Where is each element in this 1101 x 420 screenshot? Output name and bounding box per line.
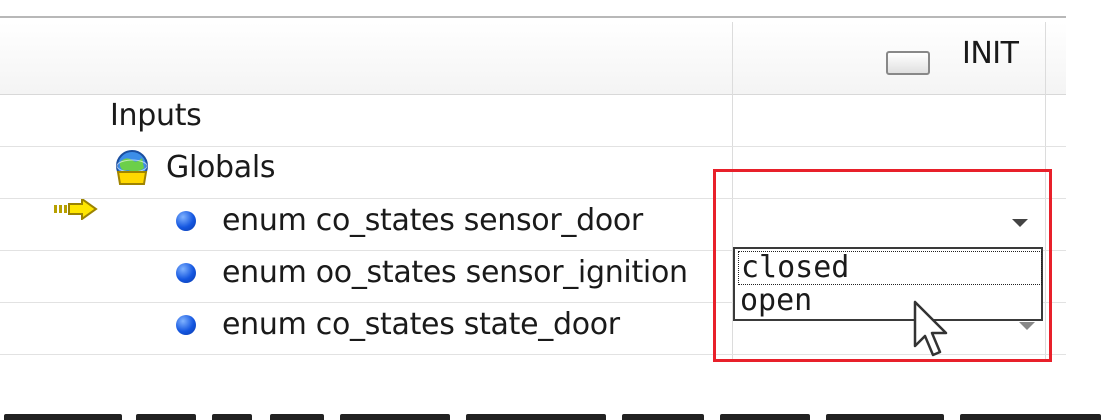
variable-label: enum co_states sensor_door <box>222 203 643 238</box>
checkbox-header-icon[interactable] <box>886 51 930 75</box>
mouse-cursor-icon <box>913 300 948 357</box>
tree-label-globals: Globals <box>166 150 276 185</box>
blue-dot-icon <box>176 315 196 335</box>
variable-label: enum co_states state_door <box>222 307 620 342</box>
variable-label: enum oo_states sensor_ignition <box>222 255 688 290</box>
dropdown-option[interactable]: closed <box>738 251 1042 285</box>
chevron-down-icon <box>1012 219 1028 227</box>
globe-icon <box>116 150 148 185</box>
combo-dropdown-button[interactable] <box>1000 201 1040 243</box>
top-divider <box>0 16 1066 18</box>
blue-dot-icon <box>176 211 196 231</box>
tree-row-inputs[interactable]: Inputs <box>0 94 1066 220</box>
cropped-caption <box>0 404 1101 420</box>
blue-dot-icon <box>176 263 196 283</box>
dropdown-list[interactable]: closed open <box>733 247 1043 321</box>
chevron-down-icon[interactable] <box>1018 322 1036 330</box>
tree-label-inputs: Inputs <box>110 98 202 133</box>
column-header-init: INIT <box>962 36 1019 71</box>
dropdown-option[interactable]: open <box>738 285 1040 317</box>
